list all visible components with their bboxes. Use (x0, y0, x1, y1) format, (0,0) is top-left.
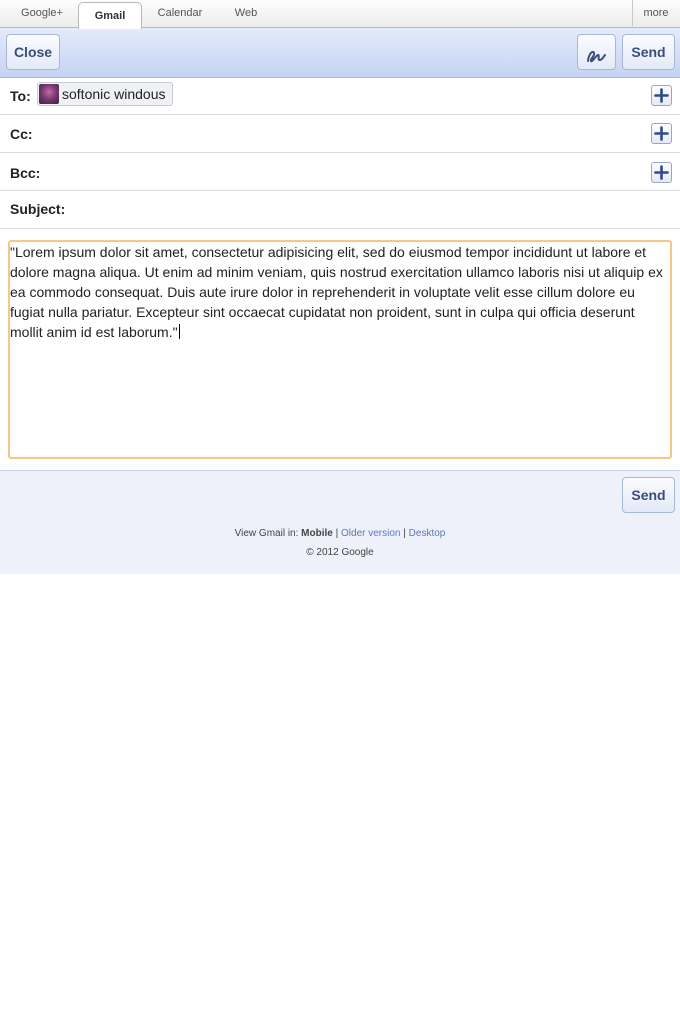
plus-icon (652, 163, 671, 182)
footer: View Gmail in: Mobile | Older version | … (0, 517, 680, 574)
copyright: © 2012 Google (306, 547, 374, 558)
recipient-chip[interactable]: softonic windous (37, 82, 173, 106)
send-button-top[interactable]: Send (622, 34, 675, 70)
tab-google-plus[interactable]: Google+ (10, 0, 74, 26)
add-bcc-button[interactable] (651, 162, 672, 183)
send-button-bottom[interactable]: Send (622, 477, 675, 513)
view-mode-line: View Gmail in: Mobile | Older version | … (0, 528, 680, 539)
plus-icon (652, 86, 671, 105)
compose-toolbar: Close Send (0, 28, 680, 78)
view-mobile: Mobile (301, 528, 333, 539)
text-caret (178, 324, 180, 339)
recipient-name: softonic windous (62, 86, 166, 102)
tab-calendar[interactable]: Calendar (146, 0, 214, 26)
tab-web[interactable]: Web (220, 0, 272, 26)
close-button[interactable]: Close (6, 34, 60, 70)
view-prefix: View Gmail in: (234, 528, 299, 539)
to-label: To: (10, 88, 31, 104)
avatar (39, 84, 59, 104)
add-cc-button[interactable] (651, 123, 672, 144)
tab-divider (632, 0, 633, 26)
more-menu[interactable]: more (636, 0, 676, 26)
cc-label: Cc: (10, 126, 33, 142)
footer-separator: | (403, 528, 406, 539)
tab-gmail[interactable]: Gmail (78, 2, 142, 29)
top-nav-bar: Google+ Gmail Calendar Web more (0, 0, 680, 29)
message-body-field[interactable]: "Lorem ipsum dolor sit amet, consectetur… (8, 240, 672, 459)
subject-row[interactable]: Subject: (0, 191, 680, 229)
bcc-label: Bcc: (10, 165, 41, 181)
handwriting-button[interactable] (577, 34, 616, 70)
compose-bottom-bar: Send (0, 470, 680, 518)
message-body-text[interactable]: "Lorem ipsum dolor sit amet, consectetur… (10, 242, 664, 342)
handwriting-icon (578, 35, 615, 77)
plus-icon (652, 124, 671, 143)
desktop-link[interactable]: Desktop (409, 528, 446, 539)
message-body-content: "Lorem ipsum dolor sit amet, consectetur… (10, 244, 663, 340)
subject-label: Subject: (10, 201, 66, 217)
bcc-row[interactable]: Bcc: (0, 153, 680, 191)
cc-row[interactable]: Cc: (0, 115, 680, 153)
older-version-link[interactable]: Older version (341, 528, 400, 539)
add-to-button[interactable] (651, 85, 672, 106)
to-row: To: softonic windous (0, 78, 680, 115)
footer-separator: | (335, 528, 339, 539)
